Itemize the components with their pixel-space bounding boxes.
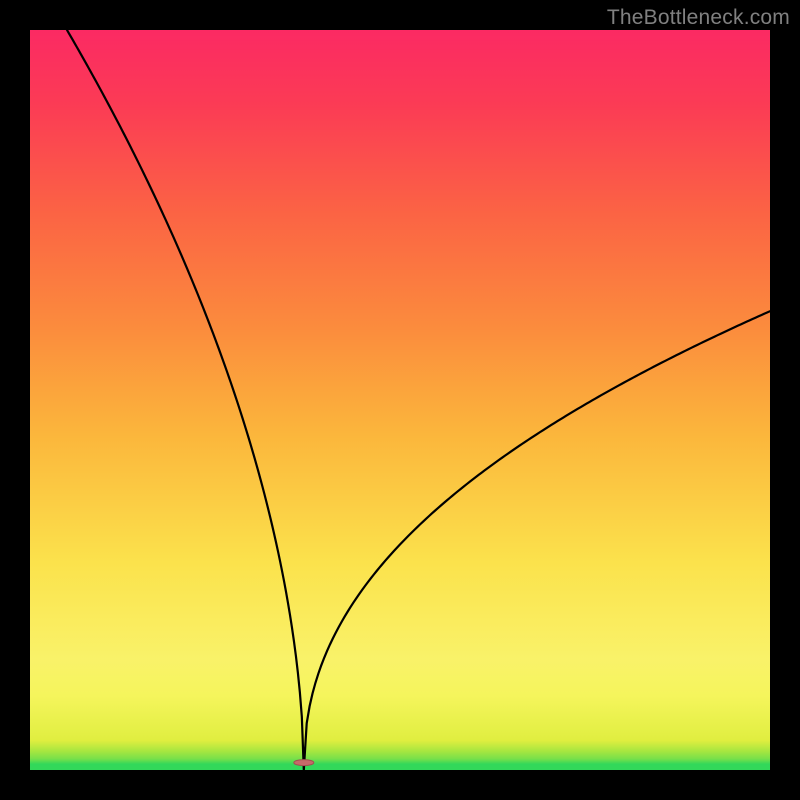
watermark-text: TheBottleneck.com bbox=[607, 6, 790, 30]
chart-frame: TheBottleneck.com bbox=[0, 0, 800, 800]
bottleneck-curve bbox=[30, 30, 770, 770]
plot-area bbox=[30, 30, 770, 770]
